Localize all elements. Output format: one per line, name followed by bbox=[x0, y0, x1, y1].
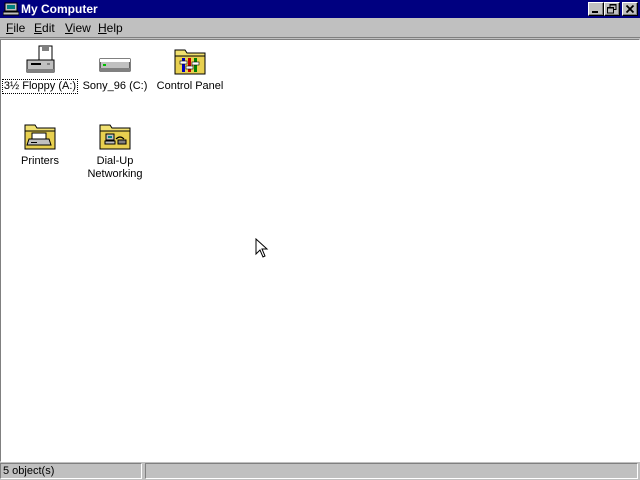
status-secondary-pane bbox=[145, 463, 638, 479]
dialup-networking-folder-icon bbox=[99, 124, 131, 150]
printers-item[interactable]: Printers bbox=[2, 119, 78, 168]
restore-button[interactable] bbox=[604, 2, 620, 16]
menu-file-label: ile bbox=[13, 21, 26, 35]
minimize-button[interactable] bbox=[588, 2, 604, 16]
menu-view-label: iew bbox=[72, 21, 91, 35]
status-bar: 5 object(s) bbox=[0, 462, 640, 480]
menu-help-accel: H bbox=[98, 21, 107, 35]
icon-label: Printers bbox=[21, 155, 59, 167]
menu-edit-accel: E bbox=[34, 21, 43, 35]
status-object-count: 5 object(s) bbox=[0, 463, 142, 479]
floppy-drive-item[interactable]: 3½ Floppy (A:) bbox=[1, 44, 79, 94]
menu-view[interactable]: View bbox=[64, 21, 92, 35]
menu-bar: File Edit View Help bbox=[0, 18, 640, 38]
control-panel-item[interactable]: Control Panel bbox=[152, 44, 228, 93]
close-icon bbox=[625, 4, 635, 14]
hard-drive-icon bbox=[99, 58, 131, 72]
floppy-drive-icon bbox=[26, 45, 55, 73]
menu-help-label: elp bbox=[106, 21, 123, 35]
minimize-icon bbox=[592, 11, 598, 13]
close-button[interactable] bbox=[622, 2, 638, 16]
hard-drive-item[interactable]: Sony_96 (C:) bbox=[77, 44, 153, 93]
icon-label: Control Panel bbox=[156, 80, 224, 92]
dialup-networking-item[interactable]: Dial-Up Networking bbox=[77, 119, 153, 181]
menu-view-accel: V bbox=[65, 21, 73, 35]
icon-label: 3½ Floppy (A:) bbox=[1, 79, 79, 94]
computer-icon bbox=[3, 2, 19, 16]
title-bar[interactable]: My Computer bbox=[0, 0, 640, 18]
mouse-pointer-icon bbox=[255, 238, 269, 258]
window-title: My Computer bbox=[21, 2, 98, 16]
menu-file[interactable]: File bbox=[5, 21, 26, 35]
printers-folder-icon bbox=[24, 124, 56, 150]
restore-icon bbox=[607, 4, 617, 14]
folder-view[interactable]: 3½ Floppy (A:) Sony_96 (C:) Control Pane… bbox=[0, 39, 640, 462]
menu-edit[interactable]: Edit bbox=[33, 21, 56, 35]
menu-help[interactable]: Help bbox=[97, 21, 124, 35]
icon-label: Sony_96 (C:) bbox=[82, 80, 148, 92]
menu-edit-label: dit bbox=[42, 21, 55, 35]
control-panel-folder-icon bbox=[174, 49, 206, 75]
icon-label: Dial-Up Networking bbox=[87, 155, 143, 180]
